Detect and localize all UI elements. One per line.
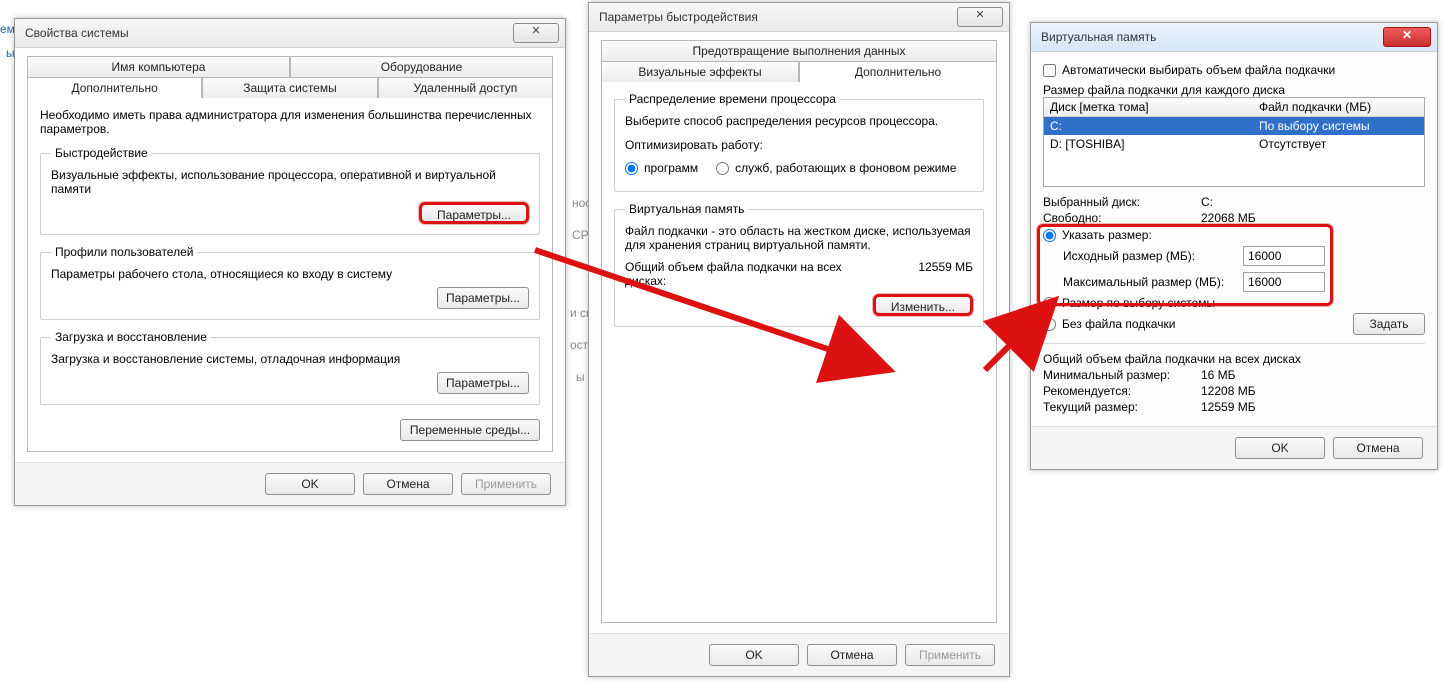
window-title: Параметры быстродействия — [599, 10, 758, 24]
drive-row-c[interactable]: C: По выбору системы — [1044, 117, 1424, 136]
min-size-value: 16 МБ — [1201, 368, 1236, 382]
ok-button[interactable]: OK — [265, 473, 355, 495]
bg-text: ем — [0, 22, 15, 36]
close-button[interactable]: ✕ — [513, 23, 559, 43]
radio-background-services-input[interactable] — [716, 162, 729, 175]
tab-visual-effects[interactable]: Визуальные эффекты — [601, 61, 799, 82]
totals-caption: Общий объем файла подкачки на всех диска… — [1043, 352, 1425, 366]
auto-manage-checkbox-input[interactable] — [1043, 64, 1056, 77]
total-paging-file-value: 12559 МБ — [918, 260, 973, 288]
user-profiles-settings-button[interactable]: Параметры... — [437, 287, 529, 309]
environment-variables-button[interactable]: Переменные среды... — [400, 419, 540, 441]
tab-advanced[interactable]: Дополнительно — [27, 77, 202, 98]
auto-manage-checkbox[interactable]: Автоматически выбирать объем файла подка… — [1043, 63, 1425, 77]
titlebar[interactable]: Параметры быстродействия ✕ — [589, 3, 1009, 32]
apply-button[interactable]: Применить — [461, 473, 551, 495]
drive-row-d-value: Отсутствует — [1253, 135, 1424, 153]
window-title: Свойства системы — [25, 26, 129, 40]
performance-group: Быстродействие Визуальные эффекты, испол… — [40, 146, 540, 235]
set-button[interactable]: Задать — [1353, 313, 1425, 335]
change-virtual-memory-button[interactable]: Изменить... — [873, 294, 973, 316]
current-size-label: Текущий размер: — [1043, 400, 1193, 414]
free-space-label: Свободно: — [1043, 211, 1193, 225]
radio-no-paging-file[interactable]: Без файла подкачки — [1043, 317, 1175, 331]
virtual-memory-dialog: Виртуальная память ✕ Автоматически выбир… — [1030, 22, 1438, 470]
selected-drive-value: C: — [1201, 195, 1213, 209]
initial-size-input[interactable] — [1243, 246, 1325, 266]
radio-no-paging-file-label: Без файла подкачки — [1062, 317, 1175, 331]
col-paging-header: Файл подкачки (МБ) — [1253, 98, 1424, 117]
tab-advanced[interactable]: Дополнительно — [799, 61, 997, 82]
radio-programs-input[interactable] — [625, 162, 638, 175]
user-profiles-text: Параметры рабочего стола, относящиеся ко… — [51, 267, 529, 281]
startup-recovery-text: Загрузка и восстановление системы, отлад… — [51, 352, 529, 366]
virtual-memory-text: Файл подкачки - это область на жестком д… — [625, 224, 973, 252]
user-profiles-legend: Профили пользователей — [51, 245, 197, 259]
drive-row-c-name: C: — [1044, 117, 1253, 136]
performance-text: Визуальные эффекты, использование процес… — [51, 168, 529, 196]
performance-legend: Быстродействие — [51, 146, 152, 160]
bg-text: ы — [576, 370, 585, 384]
startup-recovery-legend: Загрузка и восстановление — [51, 330, 211, 344]
radio-system-managed-label: Размер по выбору системы — [1062, 296, 1215, 310]
admin-note-text: Необходимо иметь права администратора дл… — [40, 108, 540, 136]
drive-row-c-value: По выбору системы — [1253, 117, 1424, 136]
recommended-size-value: 12208 МБ — [1201, 384, 1256, 398]
processor-scheduling-text: Выберите способ распределения ресурсов п… — [625, 114, 973, 128]
processor-scheduling-legend: Распределение времени процессора — [625, 92, 840, 106]
auto-manage-checkbox-label: Автоматически выбирать объем файла подка… — [1062, 63, 1335, 77]
drive-list[interactable]: Диск [метка тома] Файл подкачки (МБ) C: … — [1043, 97, 1425, 187]
virtual-memory-legend: Виртуальная память — [625, 202, 748, 216]
radio-custom-size[interactable]: Указать размер: — [1043, 228, 1425, 242]
startup-recovery-group: Загрузка и восстановление Загрузка и вос… — [40, 330, 540, 405]
cancel-button[interactable]: Отмена — [363, 473, 453, 495]
free-space-value: 22068 МБ — [1201, 211, 1256, 225]
radio-no-paging-file-input[interactable] — [1043, 318, 1056, 331]
performance-settings-button[interactable]: Параметры... — [419, 202, 529, 224]
titlebar[interactable]: Виртуальная память ✕ — [1031, 23, 1437, 52]
startup-recovery-settings-button[interactable]: Параметры... — [437, 372, 529, 394]
cancel-button[interactable]: Отмена — [807, 644, 897, 666]
maximum-size-label: Максимальный размер (МБ): — [1063, 275, 1243, 289]
close-button[interactable]: ✕ — [957, 7, 1003, 27]
radio-programs-label: программ — [644, 161, 698, 175]
recommended-size-label: Рекомендуется: — [1043, 384, 1193, 398]
window-title: Виртуальная память — [1041, 30, 1156, 44]
close-button[interactable]: ✕ — [1383, 27, 1431, 47]
tab-dep[interactable]: Предотвращение выполнения данных — [601, 40, 997, 61]
tab-system-protection[interactable]: Защита системы — [202, 77, 377, 98]
radio-system-managed-input[interactable] — [1043, 297, 1056, 310]
tab-hardware[interactable]: Оборудование — [290, 56, 553, 77]
col-drive-header: Диск [метка тома] — [1044, 98, 1253, 117]
ok-button[interactable]: OK — [709, 644, 799, 666]
radio-system-managed[interactable]: Размер по выбору системы — [1043, 296, 1425, 310]
bg-text: ост — [570, 338, 588, 352]
ok-button[interactable]: OK — [1235, 437, 1325, 459]
tab-remote-access[interactable]: Удаленный доступ — [378, 77, 553, 98]
titlebar[interactable]: Свойства системы ✕ — [15, 19, 565, 48]
min-size-label: Минимальный размер: — [1043, 368, 1193, 382]
maximum-size-input[interactable] — [1243, 272, 1325, 292]
radio-custom-size-input[interactable] — [1043, 229, 1056, 242]
radio-custom-size-label: Указать размер: — [1062, 228, 1152, 242]
total-paging-file-label: Общий объем файла подкачки на всех диска… — [625, 260, 865, 288]
apply-button[interactable]: Применить — [905, 644, 995, 666]
virtual-memory-group: Виртуальная память Файл подкачки - это о… — [614, 202, 984, 327]
selected-drive-label: Выбранный диск: — [1043, 195, 1193, 209]
radio-background-services[interactable]: служб, работающих в фоновом режиме — [716, 161, 956, 175]
processor-scheduling-group: Распределение времени процессора Выберит… — [614, 92, 984, 192]
drive-row-d[interactable]: D: [TOSHIBA] Отсутствует — [1044, 135, 1424, 153]
user-profiles-group: Профили пользователей Параметры рабочего… — [40, 245, 540, 320]
initial-size-label: Исходный размер (МБ): — [1063, 249, 1243, 263]
radio-background-services-label: служб, работающих в фоновом режиме — [735, 161, 956, 175]
system-properties-dialog: Свойства системы ✕ Имя компьютера Оборуд… — [14, 18, 566, 506]
optimize-label: Оптимизировать работу: — [625, 138, 973, 152]
current-size-value: 12559 МБ — [1201, 400, 1256, 414]
drive-row-d-name: D: [TOSHIBA] — [1044, 135, 1253, 153]
performance-options-dialog: Параметры быстродействия ✕ Предотвращени… — [588, 2, 1010, 677]
tab-computer-name[interactable]: Имя компьютера — [27, 56, 290, 77]
drive-list-caption: Размер файла подкачки для каждого диска — [1043, 83, 1425, 97]
radio-programs[interactable]: программ — [625, 161, 698, 175]
cancel-button[interactable]: Отмена — [1333, 437, 1423, 459]
